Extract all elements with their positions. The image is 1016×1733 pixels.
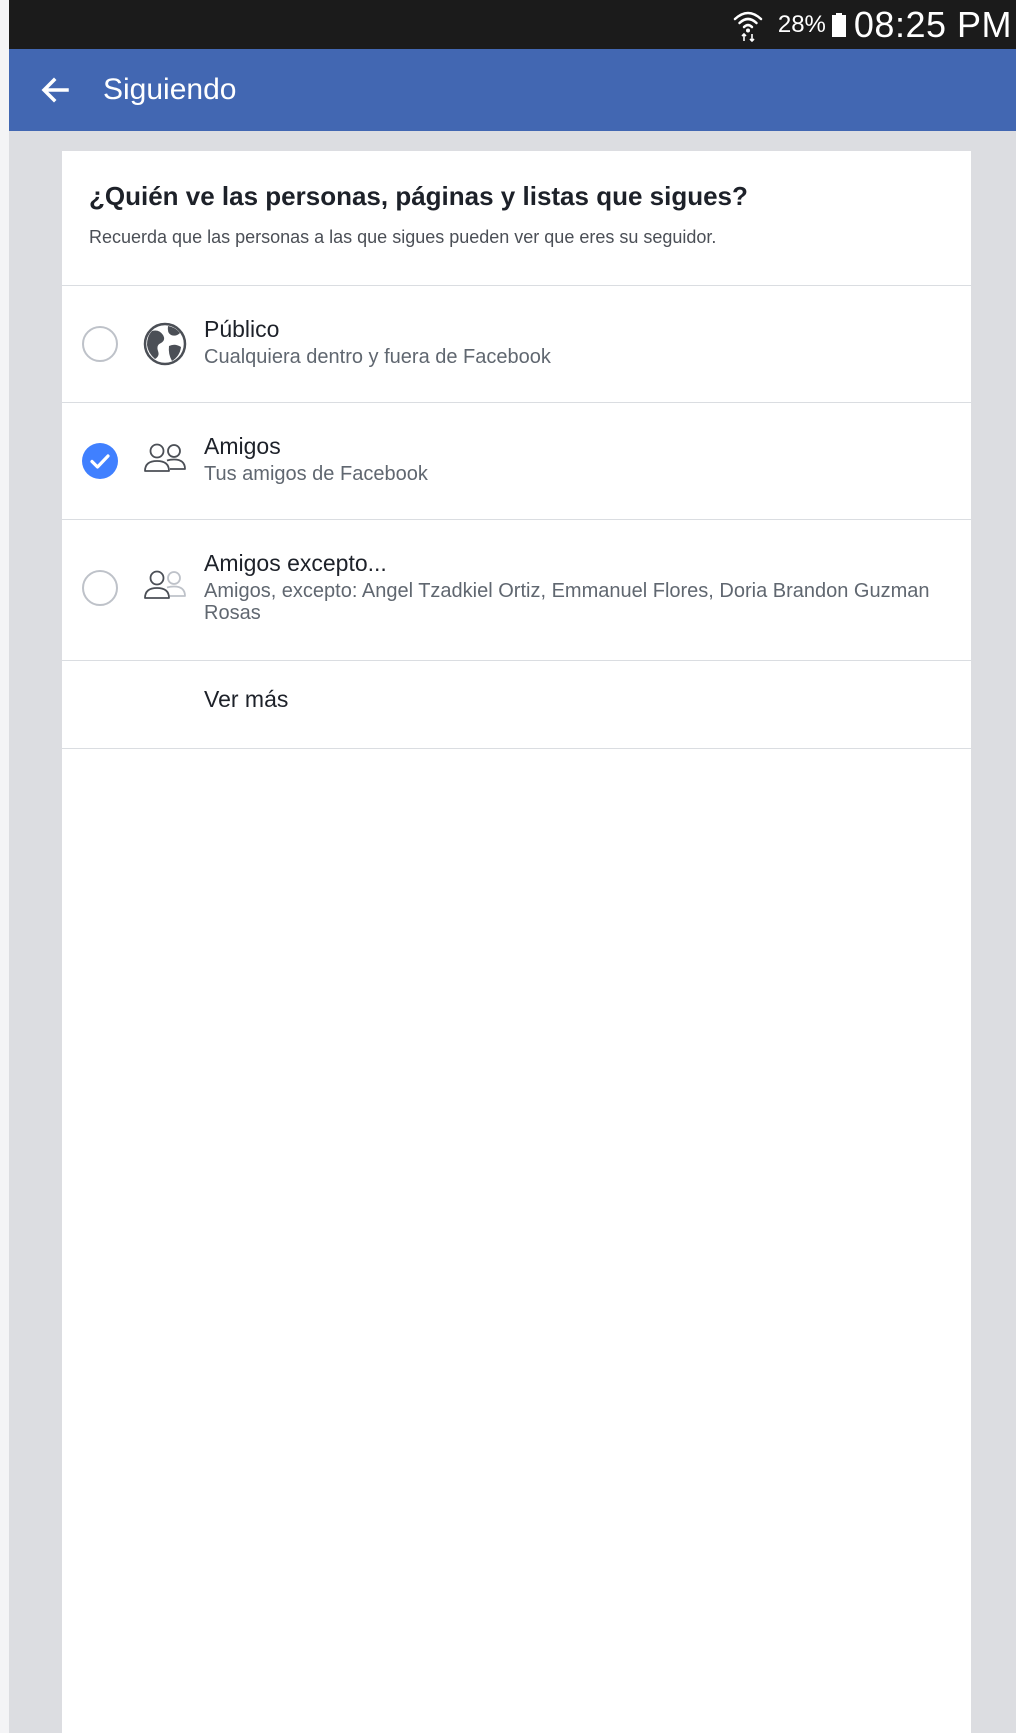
page-title: Siguiendo [103,73,237,106]
see-more-link[interactable]: Ver más [204,686,288,713]
option-public[interactable]: Público Cualquiera dentro y fuera de Fac… [62,286,971,403]
option-title: Amigos [204,433,281,459]
privacy-card: ¿Quién ve las personas, páginas y listas… [62,151,971,1733]
radio-friends-except[interactable] [82,570,118,606]
option-description: Cualquiera dentro y fuera de Facebook [204,346,551,368]
globe-icon [143,322,187,366]
checkmark-icon [90,454,110,469]
privacy-reminder: Recuerda que las personas a las que sigu… [89,227,717,247]
radio-friends-checked[interactable] [82,443,118,479]
option-title: Público [204,316,280,342]
friends-icon [144,443,186,472]
app-bar: Siguiendo [9,49,1016,131]
see-more-row[interactable]: Ver más [62,661,971,749]
screen-edge [0,0,9,1733]
battery-icon [831,12,846,37]
clock: 08:25 PM [853,3,1012,45]
status-indicators: 28% 08:25 PM [732,0,1016,49]
status-bar: 28% 08:25 PM [9,0,1016,49]
option-title: Amigos excepto... [204,550,387,576]
option-friends[interactable]: Amigos Tus amigos de Facebook [62,403,971,520]
friends-except-icon [144,570,186,599]
wifi-icon [733,11,763,42]
option-friends-except[interactable]: Amigos excepto... Amigos, excepto: Angel… [62,520,971,661]
radio-public[interactable] [82,326,118,362]
privacy-question: ¿Quién ve las personas, páginas y listas… [89,181,748,211]
back-arrow-icon[interactable] [39,74,71,106]
battery-percent: 28% [777,10,826,38]
option-description: Tus amigos de Facebook [204,463,428,485]
option-description: Amigos, excepto: Angel Tzadkiel Ortiz, E… [204,580,930,624]
card-header: ¿Quién ve las personas, páginas y listas… [62,151,971,286]
